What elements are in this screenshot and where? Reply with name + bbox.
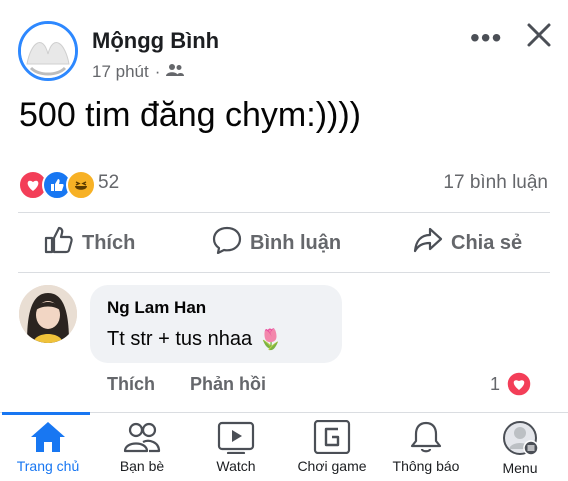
comment-body: Tt str + tus nhaa [107, 328, 253, 350]
author-name[interactable]: Mộngg Bình [92, 28, 219, 54]
close-icon[interactable] [524, 20, 554, 50]
like-label: Thích [82, 231, 136, 254]
gaming-icon [313, 420, 351, 454]
home-icon [31, 422, 65, 452]
reaction-icons[interactable] [18, 170, 96, 200]
nav-watch[interactable]: Watch [188, 412, 284, 480]
divider-top [18, 212, 550, 213]
comment-text: Tt str + tus nhaa 🌷 [107, 327, 283, 352]
comment-button[interactable]: Bình luận [212, 226, 341, 260]
post-text: 500 tim đăng chym:)))) [19, 96, 361, 134]
nav-label-home: Trang chủ [16, 458, 80, 474]
haha-reaction-icon [66, 170, 96, 200]
comment-count[interactable]: 17 bình luận [443, 172, 548, 194]
watch-icon [217, 421, 255, 454]
nav-label-menu: Menu [502, 460, 538, 476]
author-avatar[interactable] [18, 21, 78, 81]
tulip-emoji: 🌷 [258, 329, 283, 351]
post-meta: 17 phút · [92, 62, 185, 82]
nav-label-watch: Watch [216, 458, 256, 474]
nav-notifications[interactable]: Thông báo [378, 412, 474, 480]
comment-reaction-number: 1 [490, 374, 501, 394]
more-options-icon[interactable]: ••• [470, 22, 502, 54]
nav-friends[interactable]: Bạn bè [94, 412, 190, 480]
comment-like-button[interactable]: Thích [107, 374, 155, 395]
nav-label-friends: Bạn bè [119, 458, 165, 474]
commenter-name[interactable]: Ng Lam Han [107, 298, 206, 318]
nav-home[interactable]: Trang chủ [0, 412, 96, 480]
nav-gaming[interactable]: Chơi game [284, 412, 380, 480]
post-time[interactable]: 17 phút [92, 62, 149, 82]
nav-menu[interactable]: Menu [472, 412, 568, 480]
friends-icon [123, 422, 161, 453]
nav-label-notifications: Thông báo [392, 458, 460, 474]
share-button[interactable]: Chia sẻ [413, 226, 522, 260]
comment-reaction-count[interactable]: 1 [490, 374, 500, 395]
divider-bottom [18, 272, 550, 273]
meta-separator: · [154, 62, 161, 81]
nav-label-gaming: Chơi game [297, 458, 367, 474]
comment-label: Bình luận [250, 231, 342, 254]
comment-reply-button[interactable]: Phản hồi [190, 374, 266, 395]
reaction-count[interactable]: 52 [98, 172, 119, 194]
commenter-avatar[interactable] [19, 285, 77, 343]
share-icon [413, 226, 443, 260]
menu-avatar-icon [503, 421, 539, 456]
thumbs-up-icon [44, 226, 74, 260]
share-label: Chia sẻ [451, 231, 523, 254]
bell-icon [410, 421, 442, 453]
comment-icon [212, 226, 242, 260]
like-button[interactable]: Thích [44, 226, 135, 260]
comment-love-icon [506, 371, 532, 402]
friends-audience-icon [166, 62, 185, 82]
